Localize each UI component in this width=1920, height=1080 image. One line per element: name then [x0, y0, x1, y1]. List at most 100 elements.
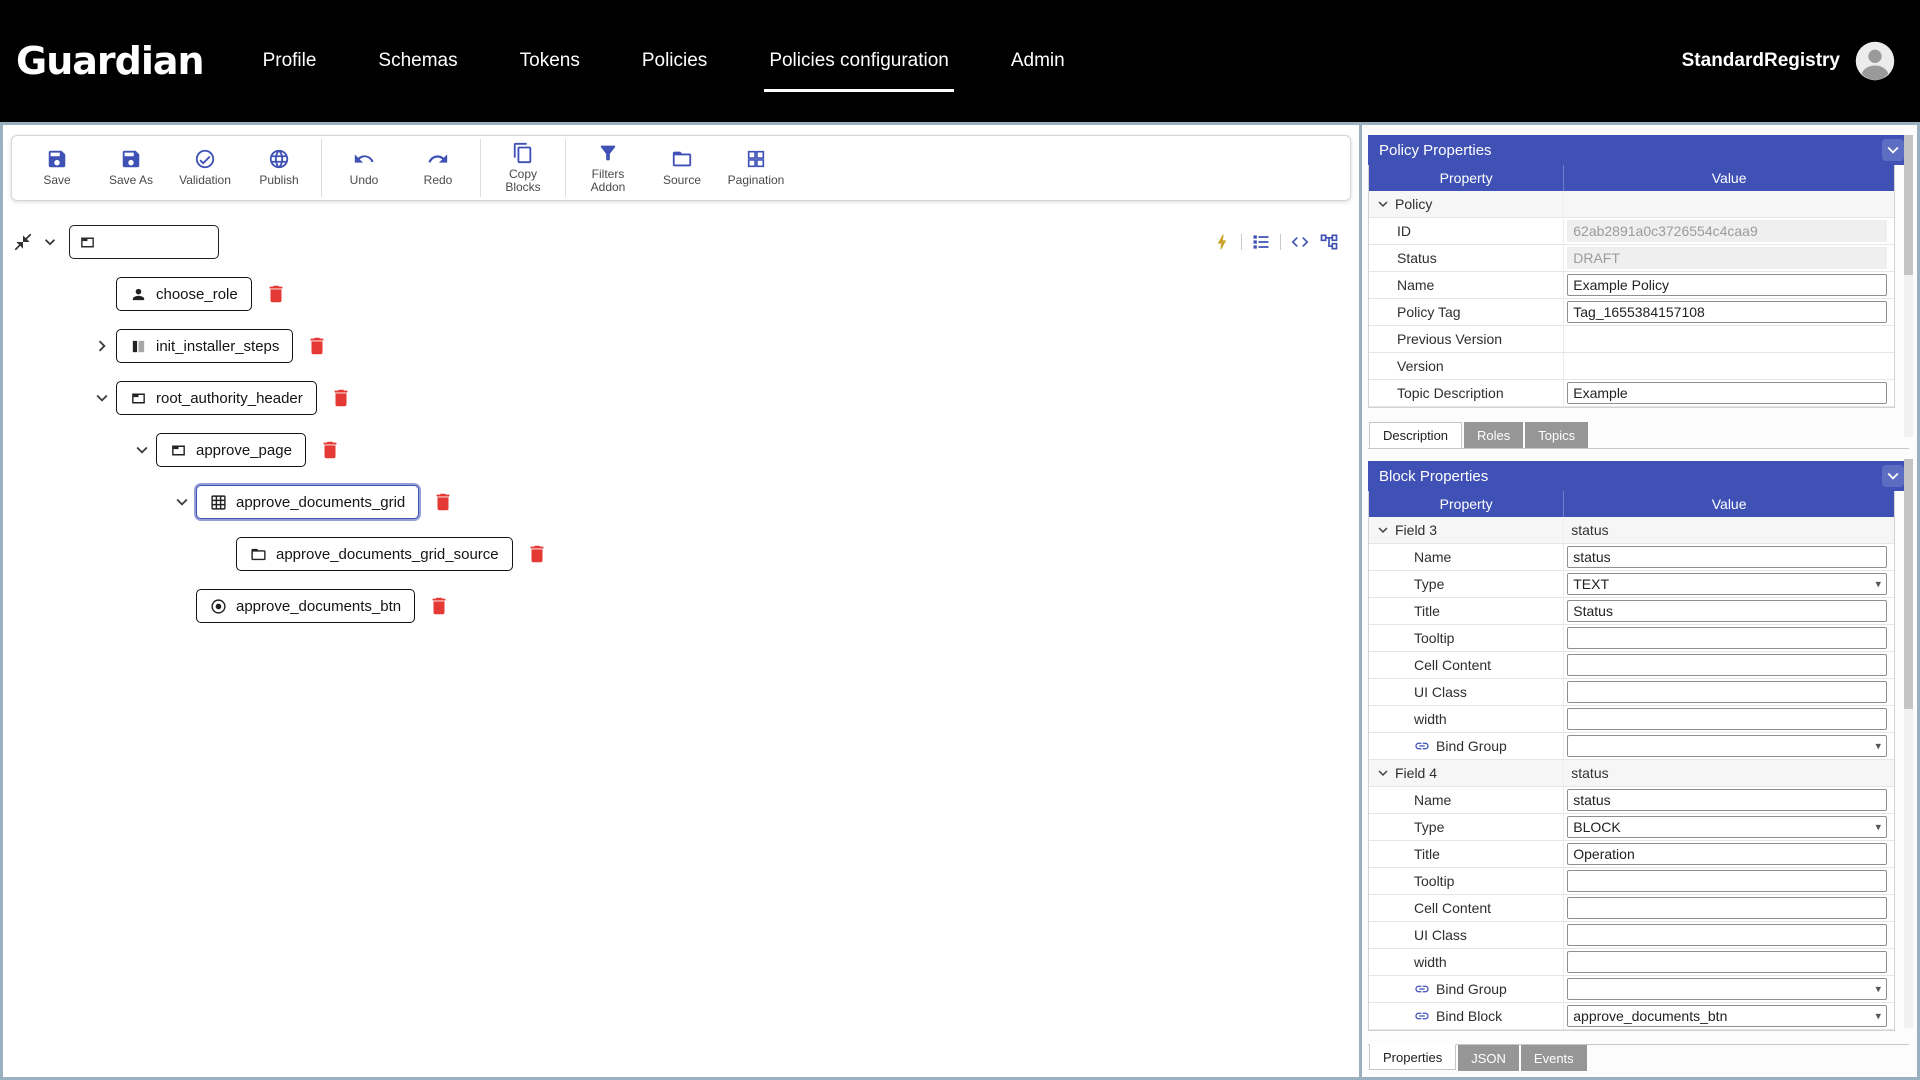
group-row-field-3[interactable]: Field 3 status — [1369, 517, 1894, 544]
policy-properties-header[interactable]: Policy Properties — [1368, 135, 1909, 165]
canvas-view-controls — [1212, 232, 1339, 252]
tree-row: root_authority_header — [91, 381, 1343, 415]
block-section-scrollbar[interactable] — [1904, 459, 1913, 1028]
tab-topics[interactable]: Topics — [1525, 422, 1589, 448]
group-row-policy[interactable]: Policy — [1369, 191, 1894, 218]
field-4-width-input[interactable] — [1567, 951, 1887, 973]
nav-item-admin[interactable]: Admin — [980, 0, 1096, 122]
divider — [1280, 234, 1281, 250]
toolbar-button-label: Filters Addon — [590, 166, 626, 194]
collapse-section-icon[interactable] — [1882, 139, 1904, 161]
tree-node-approve-documents-grid[interactable]: approve_documents_grid — [196, 485, 420, 519]
policy-policy-tag-input[interactable] — [1567, 301, 1887, 323]
tree-node-init-installer-steps[interactable]: init_installer_steps — [116, 329, 294, 363]
trash-icon[interactable] — [330, 387, 352, 409]
field-4-bind-group-select[interactable]: ▾ — [1567, 978, 1887, 1000]
trash-icon[interactable] — [526, 543, 548, 565]
chevron-down-icon[interactable] — [131, 439, 153, 461]
save-button[interactable]: Save — [20, 139, 94, 197]
code-view-icon[interactable] — [1290, 232, 1310, 252]
collapse-section-icon[interactable] — [1882, 465, 1904, 487]
source-button[interactable]: Source — [645, 139, 719, 197]
policy-section-scrollbar[interactable] — [1904, 135, 1913, 437]
nav-item-profile[interactable]: Profile — [232, 0, 348, 122]
tab-json[interactable]: JSON — [1458, 1045, 1519, 1071]
field-3-name-input[interactable] — [1567, 546, 1887, 568]
field-4-bind-block-select[interactable]: approve_documents_btn ▾ — [1567, 1005, 1887, 1027]
field-3-tooltip-input[interactable] — [1567, 627, 1887, 649]
avatar[interactable] — [1854, 40, 1896, 82]
tab-events[interactable]: Events — [1520, 1045, 1587, 1071]
scrollbar-thumb[interactable] — [1904, 135, 1913, 275]
block-properties-header[interactable]: Block Properties — [1368, 461, 1909, 491]
user-area[interactable]: StandardRegistry — [1682, 40, 1896, 82]
policy-name-input[interactable] — [1567, 274, 1887, 296]
undo-button[interactable]: Undo — [327, 139, 401, 197]
field-3-cell-content-input[interactable] — [1567, 654, 1887, 676]
chevron-down-icon[interactable] — [1374, 195, 1392, 213]
tree-view-icon[interactable] — [1319, 232, 1339, 252]
container-icon — [79, 234, 96, 251]
group-label: Field 4 — [1395, 765, 1438, 781]
tab-roles[interactable]: Roles — [1464, 422, 1524, 448]
property-row-field-3-tooltip: Tooltip — [1369, 625, 1894, 652]
field-3-width-input[interactable] — [1567, 708, 1887, 730]
tree-root-container[interactable] — [69, 225, 219, 259]
field-4-name-input[interactable] — [1567, 789, 1887, 811]
tree-node-approve-page[interactable]: approve_page — [156, 433, 306, 467]
tree-node-root-authority-header[interactable]: root_authority_header — [116, 381, 317, 415]
redo-button[interactable]: Redo — [401, 139, 475, 197]
chevron-down-icon[interactable] — [171, 491, 193, 513]
filters-addon-button[interactable]: Filters Addon — [571, 139, 645, 197]
tree-root-row — [13, 225, 219, 259]
blocks-list-icon[interactable] — [1251, 232, 1271, 252]
field-4-ui-class-input[interactable] — [1567, 924, 1887, 946]
panel-bottom-tabs: Properties JSON Events — [1368, 1044, 1909, 1071]
field-4-tooltip-input[interactable] — [1567, 870, 1887, 892]
field-4-type-select[interactable]: BLOCK ▾ — [1567, 816, 1887, 838]
field-3-type-select[interactable]: TEXT ▾ — [1567, 573, 1887, 595]
chevron-down-icon[interactable] — [1374, 521, 1392, 539]
tab-properties[interactable]: Properties — [1369, 1044, 1457, 1070]
nav-item-policies[interactable]: Policies — [611, 0, 738, 122]
field-3-ui-class-input[interactable] — [1567, 681, 1887, 703]
field-4-cell-content-input[interactable] — [1567, 897, 1887, 919]
trash-icon[interactable] — [319, 439, 341, 461]
trash-icon[interactable] — [265, 283, 287, 305]
tab-description[interactable]: Description — [1369, 422, 1463, 448]
events-bolt-icon[interactable] — [1212, 232, 1232, 252]
publish-button[interactable]: Publish — [242, 139, 316, 197]
policy-topic-description-input[interactable] — [1567, 382, 1887, 404]
table-header-row: Property Value — [1369, 491, 1894, 517]
tree-node-choose-role[interactable]: choose_role — [116, 277, 252, 311]
canvas-top-bar — [13, 225, 1343, 259]
field-3-title-input[interactable] — [1567, 600, 1887, 622]
trash-icon[interactable] — [428, 595, 450, 617]
nav-item-policies-configuration[interactable]: Policies configuration — [738, 0, 980, 122]
nav-item-schemas[interactable]: Schemas — [347, 0, 488, 122]
tree-node-approve-documents-grid-source[interactable]: approve_documents_grid_source — [236, 537, 513, 571]
scrollbar-thumb[interactable] — [1904, 459, 1913, 709]
trash-icon[interactable] — [306, 335, 328, 357]
column-header-value: Value — [1563, 165, 1894, 191]
copy-blocks-button[interactable]: Copy Blocks — [486, 139, 560, 197]
tree-node-approve-documents-btn[interactable]: approve_documents_btn — [196, 589, 416, 623]
pagination-button[interactable]: Pagination — [719, 139, 793, 197]
validation-button[interactable]: Validation — [168, 139, 242, 197]
nav-item-tokens[interactable]: Tokens — [489, 0, 611, 122]
save-as-button[interactable]: Save As — [94, 139, 168, 197]
collapse-all-icon[interactable] — [13, 232, 33, 252]
root-chevron-down-icon[interactable] — [40, 232, 60, 252]
chevron-down-icon[interactable] — [1374, 764, 1392, 782]
chevron-right-icon[interactable] — [91, 335, 113, 357]
field-3-bind-group-select[interactable]: ▾ — [1567, 735, 1887, 757]
trash-icon[interactable] — [432, 491, 454, 513]
chevron-down-icon[interactable] — [91, 387, 113, 409]
policy-editor: Save Save As Validation Publish Undo Redo Copy… — [3, 125, 1359, 1077]
tree-node-label: approve_documents_grid_source — [276, 545, 499, 563]
toolbar-button-label: Pagination — [727, 173, 785, 188]
main-content: Save Save As Validation Publish Undo Redo Copy… — [0, 122, 1920, 1080]
property-label: Cell Content — [1414, 657, 1492, 673]
group-row-field-4[interactable]: Field 4 status — [1369, 760, 1894, 787]
field-4-title-input[interactable] — [1567, 843, 1887, 865]
